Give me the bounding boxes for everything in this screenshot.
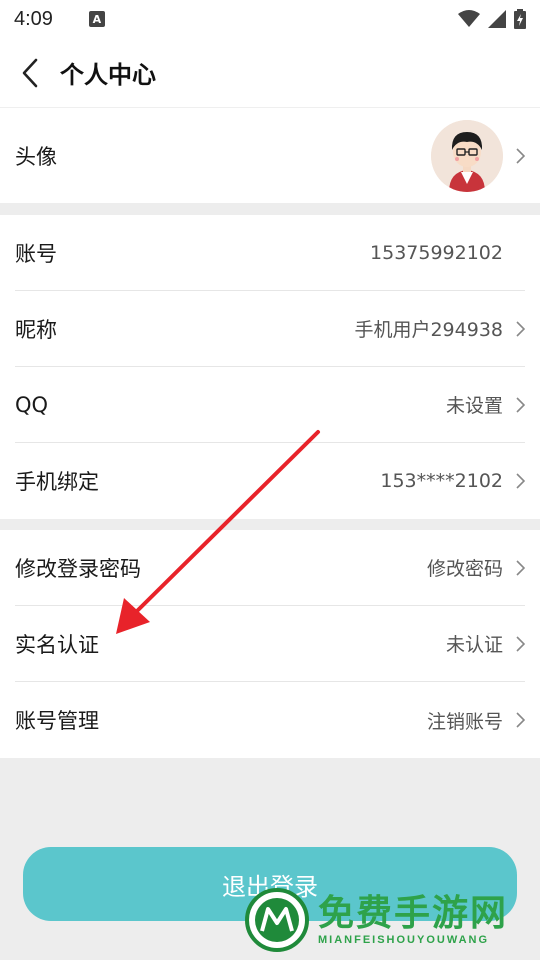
row-label: 实名认证 [15, 632, 99, 657]
chevron-right-icon [507, 635, 525, 652]
row-value: 未认证 [445, 634, 503, 656]
watermark-cn: 免费手游网 [318, 893, 509, 934]
chevron-right-icon [507, 320, 525, 337]
row-value: 未设置 [445, 395, 503, 417]
watermark-logo-icon [244, 887, 310, 953]
battery-icon [514, 9, 526, 29]
page-title: 个人中心 [60, 61, 156, 89]
chevron-right-icon [507, 473, 525, 489]
row-value: 15375992102 [370, 241, 503, 264]
avatar [431, 119, 503, 192]
account-management-row[interactable]: 账号管理 注销账号 [15, 682, 525, 758]
watermark: 免费手游网 MIANFEISHOUYOUWANG [244, 880, 540, 960]
wifi-icon [458, 10, 480, 27]
account-section: 账号 15375992102 昵称 手机用户294938 QQ 未设置 手机绑定… [0, 215, 540, 519]
chevron-right-icon [507, 396, 525, 413]
avatar-section: 头像 [0, 108, 540, 203]
avatar-row[interactable]: 头像 [15, 108, 525, 203]
app-bar: 个人中心 [0, 38, 540, 108]
row-label: 账号 [15, 241, 57, 266]
phone-binding-row[interactable]: 手机绑定 153****2102 [15, 443, 525, 519]
status-time: 4:09 [14, 7, 53, 30]
chevron-right-icon [507, 147, 525, 164]
watermark-en: MIANFEISHOUYOUWANG [318, 934, 490, 946]
row-label: 昵称 [15, 317, 57, 342]
chevron-left-icon [22, 58, 38, 87]
signal-icon [488, 10, 506, 28]
security-section: 修改登录密码 修改密码 实名认证 未认证 账号管理 注销账号 [0, 530, 540, 758]
notification-icon: A [88, 11, 105, 27]
row-value: 修改密码 [426, 558, 503, 580]
real-name-auth-row[interactable]: 实名认证 未认证 [15, 606, 525, 682]
row-label: 手机绑定 [15, 470, 99, 494]
status-bar: 4:09 A [0, 0, 540, 38]
chevron-right-icon [507, 559, 525, 576]
row-label: 账号管理 [15, 709, 99, 733]
account-row: 账号 15375992102 [15, 215, 525, 291]
row-value: 注销账号 [426, 710, 503, 733]
chevron-right-icon [507, 712, 525, 728]
qq-row[interactable]: QQ 未设置 [15, 367, 525, 443]
row-label: QQ [15, 392, 49, 417]
row-label: 修改登录密码 [15, 556, 141, 581]
nickname-row[interactable]: 昵称 手机用户294938 [15, 291, 525, 367]
avatar-label: 头像 [15, 144, 57, 169]
status-icons [458, 9, 526, 29]
row-value: 153****2102 [380, 470, 503, 492]
row-value: 手机用户294938 [354, 319, 503, 341]
change-password-row[interactable]: 修改登录密码 修改密码 [15, 530, 525, 606]
back-button[interactable] [0, 38, 60, 108]
